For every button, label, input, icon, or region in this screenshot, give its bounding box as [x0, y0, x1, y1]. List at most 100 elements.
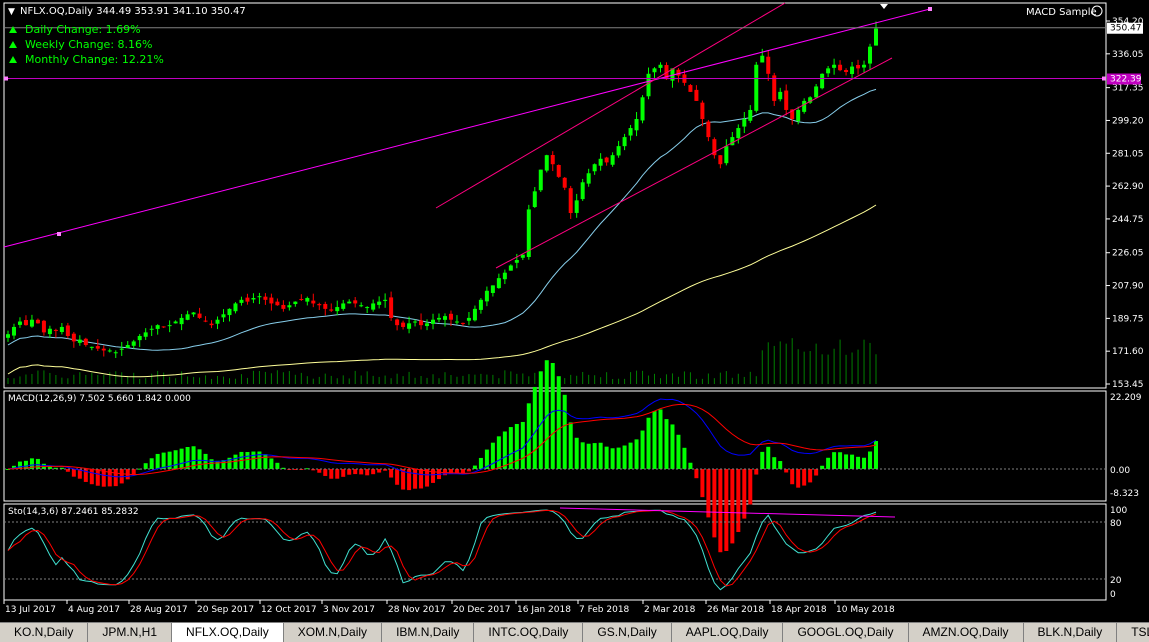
macd-hist-bar: [766, 446, 771, 469]
candle-body: [448, 313, 453, 320]
tab-xom-n-daily[interactable]: XOM.N,Daily: [284, 623, 383, 642]
symbol-header: NFLX.OQ,Daily 344.49 353.91 341.10 350.4…: [20, 6, 246, 17]
macd-hist-bar: [718, 469, 723, 553]
candle-body: [401, 322, 406, 327]
stoch-axis-0: 0: [1110, 590, 1116, 600]
candle-body: [574, 200, 579, 213]
date-tick-label: 13 Jul 2017: [5, 605, 56, 615]
stoch-axis-80: 80: [1110, 519, 1122, 529]
tab-googl-oq-daily[interactable]: GOOGL.OQ,Daily: [783, 623, 909, 642]
candle-body: [383, 299, 388, 301]
tab-aapl-oq-daily[interactable]: AAPL.OQ,Daily: [672, 623, 784, 642]
date-tick-label: 4 Aug 2017: [68, 605, 120, 615]
shift-marker-icon[interactable]: [880, 4, 888, 9]
candle-body: [185, 314, 190, 320]
channel-lower[interactable]: [495, 57, 893, 269]
candle-body: [41, 320, 46, 333]
ma-slow-line: [7, 204, 877, 378]
macd-hist-bar: [628, 442, 633, 469]
candle-body: [245, 297, 250, 302]
macd-hist-bar: [700, 469, 705, 498]
price-tick-label: 336.05: [1112, 50, 1144, 60]
candle-body: [407, 323, 412, 329]
candle-body: [107, 350, 112, 352]
macd-hist-bar: [371, 469, 376, 475]
hline-anchor[interactable]: [1102, 76, 1106, 81]
price-tick-label: 189.75: [1112, 314, 1144, 324]
tab-gs-n-daily[interactable]: GS.N,Daily: [583, 623, 672, 642]
date-tick-label: 28 Nov 2017: [388, 605, 446, 615]
tab-ibm-n-daily[interactable]: IBM.N,Daily: [382, 623, 475, 642]
trading-chart[interactable]: ▼ NFLX.OQ,Daily 344.49 353.91 341.10 350…: [0, 0, 1149, 622]
date-tick-label: 12 Oct 2017: [261, 605, 317, 615]
candle-body: [442, 316, 447, 320]
candle-body: [221, 314, 226, 318]
tab-tsla-oq-daily[interactable]: TSLA.OQ,Daily: [1117, 623, 1149, 642]
macd-hist-bar: [868, 451, 873, 469]
macd-hist-bar: [622, 445, 627, 469]
macd-axis-zero: 0.00: [1110, 466, 1130, 476]
macd-hist-bar: [353, 469, 358, 475]
candle-body: [125, 345, 130, 348]
macd-hist-bar: [131, 469, 136, 475]
candle-body: [730, 137, 735, 146]
macd-hist-bar: [95, 469, 100, 486]
macd-hist-bar: [598, 442, 603, 469]
macd-hist-bar: [748, 469, 753, 505]
candle-body: [335, 307, 340, 312]
date-axis: 13 Jul 2017 4 Aug 2017 28 Aug 2017 20 Sep 2…: [3, 600, 895, 615]
macd-hist-bar: [89, 469, 94, 485]
macd-hist-bar: [514, 423, 519, 469]
candle-body: [71, 333, 76, 342]
candle-body: [568, 188, 573, 214]
candle-body: [305, 298, 310, 302]
date-tick-label: 2 Mar 2018: [644, 605, 696, 615]
tab-jpm-n-h1[interactable]: JPM.N,H1: [88, 623, 173, 642]
candle-body: [377, 301, 382, 305]
macd-panel[interactable]: [3, 390, 1107, 502]
dropdown-arrow-icon[interactable]: ▼: [8, 7, 15, 17]
candle-body: [203, 320, 208, 322]
tab-nflx-oq-daily[interactable]: NFLX.OQ,Daily: [172, 623, 284, 642]
macd-hist-bar: [676, 434, 681, 469]
macd-hist-bar: [832, 452, 837, 469]
macd-hist-bar: [592, 443, 597, 469]
candle-body: [431, 319, 436, 324]
tab-blk-n-daily[interactable]: BLK.N,Daily: [1024, 623, 1118, 642]
candle-body: [419, 320, 424, 326]
candle-body: [706, 121, 711, 138]
tab-amzn-oq-daily[interactable]: AMZN.OQ,Daily: [909, 623, 1024, 642]
macd-axis-top: 22.209: [1110, 393, 1142, 403]
tab-ko-n-daily[interactable]: KO.N,Daily: [0, 623, 89, 642]
candle-body: [53, 329, 58, 331]
candle-body: [760, 55, 765, 63]
candle-body: [317, 304, 322, 306]
macd-hist-bar: [496, 436, 501, 469]
channel-lines[interactable]: [3, 2, 1106, 269]
candle-body: [425, 323, 430, 327]
candle-body: [622, 137, 627, 147]
chart-tabs-bar: KO.N,Daily JPM.N,H1 NFLX.OQ,Daily XOM.N,Dai…: [0, 622, 1149, 642]
candle-body: [395, 319, 400, 326]
macd-hist-bar: [419, 469, 424, 489]
macd-hist-bar: [431, 469, 436, 483]
candle-body: [856, 65, 861, 69]
candle-body: [460, 322, 465, 324]
candle-body: [191, 312, 196, 315]
date-tick-label: 26 Mar 2018: [707, 605, 764, 615]
trendline-anchor[interactable]: [57, 232, 61, 236]
candle-body: [83, 338, 88, 346]
channel-upper[interactable]: [435, 2, 786, 209]
macd-hist-bar: [580, 442, 585, 469]
candle-body: [610, 155, 615, 165]
macd-hist-bar: [161, 452, 166, 469]
price-tick-label: 281.05: [1112, 149, 1144, 159]
macd-hist-bar: [646, 417, 651, 469]
hline-anchor[interactable]: [4, 76, 8, 81]
price-tick-label: 207.90: [1112, 282, 1144, 292]
macd-hist-bar: [556, 376, 561, 469]
trendline-anchor[interactable]: [928, 7, 932, 11]
tab-intc-oq-daily[interactable]: INTC.OQ,Daily: [474, 623, 584, 642]
candle-body: [550, 154, 555, 165]
candle-body: [299, 298, 304, 300]
